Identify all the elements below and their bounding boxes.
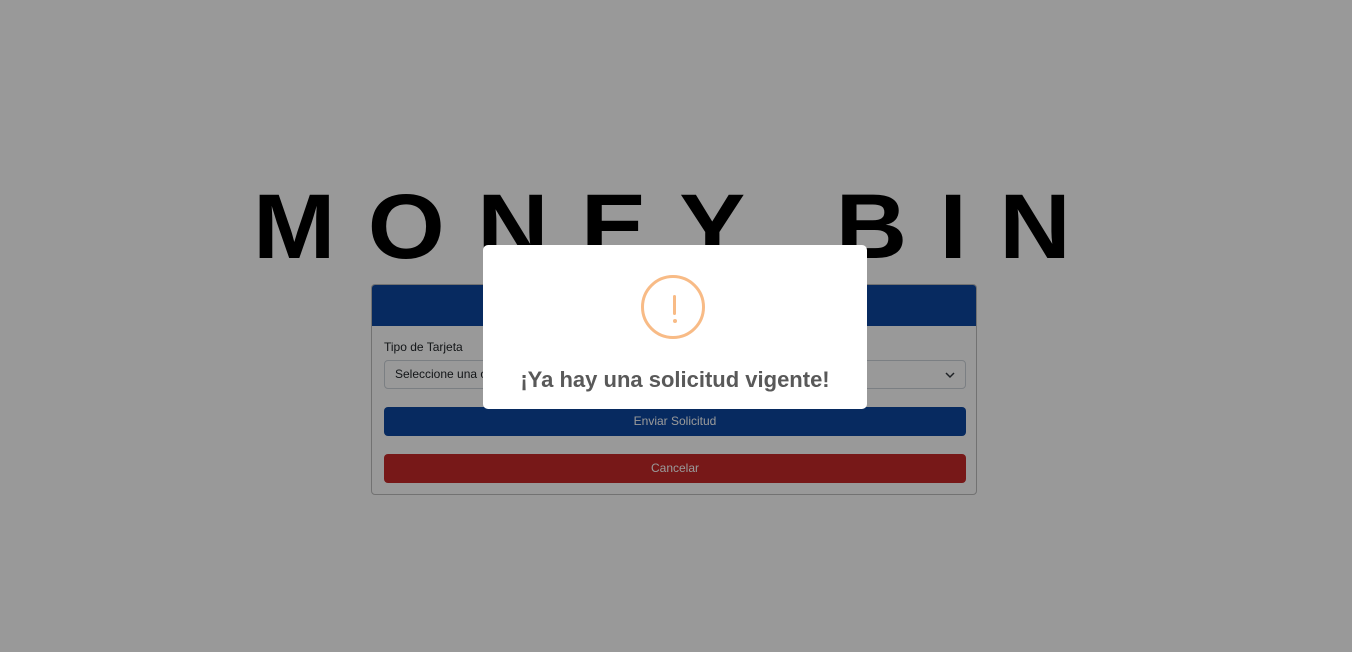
alert-modal: ¡Ya hay una solicitud vigente! <box>483 245 867 409</box>
warning-icon <box>641 275 705 339</box>
request-card-page: MONEY BIN Tipo de Tarjeta Seleccione una… <box>0 0 1352 652</box>
alert-title: ¡Ya hay una solicitud vigente! <box>520 367 830 392</box>
